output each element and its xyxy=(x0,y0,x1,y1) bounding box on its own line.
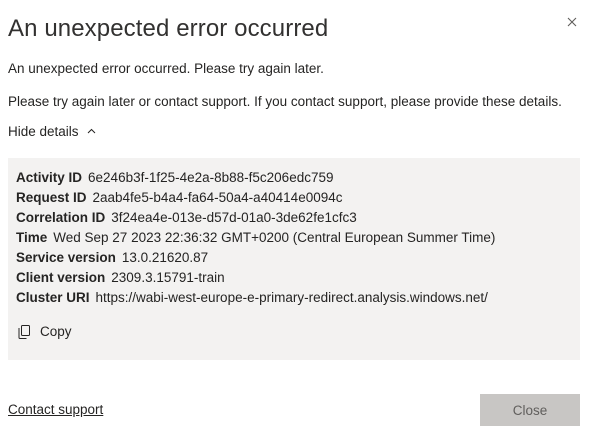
toggle-label: Hide details xyxy=(8,124,79,139)
copy-label: Copy xyxy=(40,324,72,339)
detail-value: 2309.3.15791-train xyxy=(111,270,225,285)
close-button[interactable]: Close xyxy=(480,394,580,426)
detail-key: Time xyxy=(16,230,48,245)
detail-key: Request ID xyxy=(16,190,87,205)
close-icon[interactable] xyxy=(562,12,582,32)
details-panel: Activity ID 6e246b3f-1f25-4e2a-8b88-f5c20… xyxy=(8,158,580,360)
hide-details-toggle[interactable]: Hide details xyxy=(8,124,96,139)
detail-key: Service version xyxy=(16,250,116,265)
detail-row-correlation-id: Correlation ID 3f24ea4e-013e-d57d-01a0-3d… xyxy=(16,210,357,225)
copy-button[interactable]: Copy xyxy=(18,324,72,339)
detail-key: Activity ID xyxy=(16,170,83,185)
contact-support-link[interactable]: Contact support xyxy=(8,402,103,417)
detail-value: 3f24ea4e-013e-d57d-01a0-3de62fe1cfc3 xyxy=(111,210,357,225)
detail-row-activity-id: Activity ID 6e246b3f-1f25-4e2a-8b88-f5c20… xyxy=(16,170,333,185)
detail-value: 13.0.21620.87 xyxy=(121,250,209,265)
chevron-up-icon xyxy=(87,128,95,133)
detail-row-cluster-uri: Cluster URI https://wabi-west-europe-e-pr… xyxy=(16,290,488,305)
detail-value: 2aab4fe5-b4a4-fa64-50a4-a40414e0094c xyxy=(92,190,343,205)
detail-row-time: Time Wed Sep 27 2023 22:36:32 GMT+0200 (C… xyxy=(16,230,495,245)
error-message: An unexpected error occurred. Please try… xyxy=(8,61,324,76)
detail-key: Client version xyxy=(16,270,106,285)
detail-value: 6e246b3f-1f25-4e2a-8b88-f5c206edc759 xyxy=(88,170,334,185)
error-dialog: An unexpected error occurred An unexpect… xyxy=(0,0,591,438)
detail-key: Cluster URI xyxy=(16,290,90,305)
detail-key: Correlation ID xyxy=(16,210,106,225)
detail-value: Wed Sep 27 2023 22:36:32 GMT+0200 (Centr… xyxy=(53,230,496,245)
detail-row-request-id: Request ID 2aab4fe5-b4a4-fa64-50a4-a40414… xyxy=(16,190,342,205)
dialog-title: An unexpected error occurred xyxy=(8,15,329,42)
detail-row-service-version: Service version 13.0.21620.87 xyxy=(16,250,208,265)
support-instructions: Please try again later or contact suppor… xyxy=(8,94,562,109)
detail-row-client-version: Client version 2309.3.15791-train xyxy=(16,270,225,285)
detail-value: https://wabi-west-europe-e-primary-redir… xyxy=(95,290,488,305)
copy-icon xyxy=(18,324,30,339)
